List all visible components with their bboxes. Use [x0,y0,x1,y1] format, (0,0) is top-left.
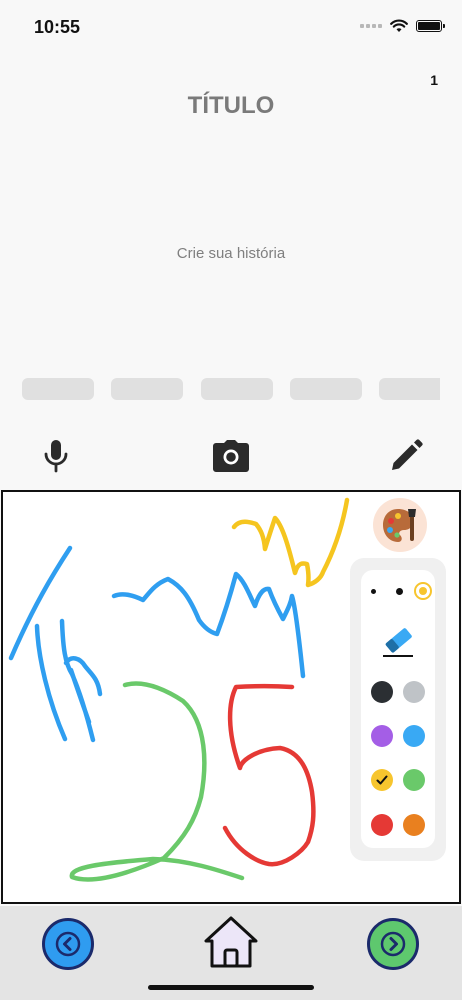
color-swatch-yellow[interactable] [371,769,393,791]
page-thumbnail[interactable] [379,378,440,400]
color-swatch-purple[interactable] [371,725,393,747]
home-indicator [148,985,314,990]
forward-arrow-icon [380,931,406,957]
palette-button[interactable] [373,498,427,552]
camera-button[interactable] [209,434,253,478]
story-title[interactable]: TÍTULO [0,92,462,120]
signal-icon [360,24,382,28]
brush-size-small[interactable] [371,589,376,594]
yellow-stroke [231,497,350,588]
microphone-button[interactable] [34,434,78,478]
battery-icon [416,20,445,32]
pencil-icon [392,439,423,470]
page-thumbnail[interactable] [22,378,94,400]
drawing-tools-list [361,570,435,848]
status-icons [360,19,445,33]
status-time: 10:55 [34,17,81,37]
color-swatch-green[interactable] [403,769,425,791]
red-stroke [222,684,316,867]
home-icon [204,916,258,968]
page-thumbnail[interactable] [201,378,273,400]
brush-size-large[interactable] [414,582,432,600]
page-thumbnail[interactable] [111,378,183,400]
blue-stroke [111,571,306,679]
color-swatch-black[interactable] [371,681,393,703]
palette-icon [383,509,416,542]
pencil-button[interactable] [384,434,428,478]
color-swatch-red[interactable] [371,814,393,836]
eraser-icon [383,628,413,657]
forward-button[interactable] [367,918,419,970]
back-button[interactable] [42,918,94,970]
color-swatch-gray[interactable] [403,681,425,703]
home-button[interactable] [201,914,261,970]
camera-icon [213,440,249,472]
page-thumbnail[interactable] [290,378,362,400]
color-swatch-orange[interactable] [403,814,425,836]
page-thumbnails [22,378,440,402]
microphone-icon [44,440,68,473]
blue-stroke [34,623,68,742]
back-arrow-icon [55,931,81,957]
story-text-placeholder[interactable]: Crie sua história [0,245,462,262]
page-number: 1 [430,72,438,88]
checkmark-icon [376,775,388,785]
color-swatch-blue[interactable] [403,725,425,747]
green-stroke [69,681,245,882]
blue-stroke [59,618,103,743]
status-bar: 10:55 [0,0,462,56]
brush-size-medium[interactable] [396,588,403,595]
eraser-button[interactable] [380,623,416,659]
wifi-icon [390,19,408,32]
